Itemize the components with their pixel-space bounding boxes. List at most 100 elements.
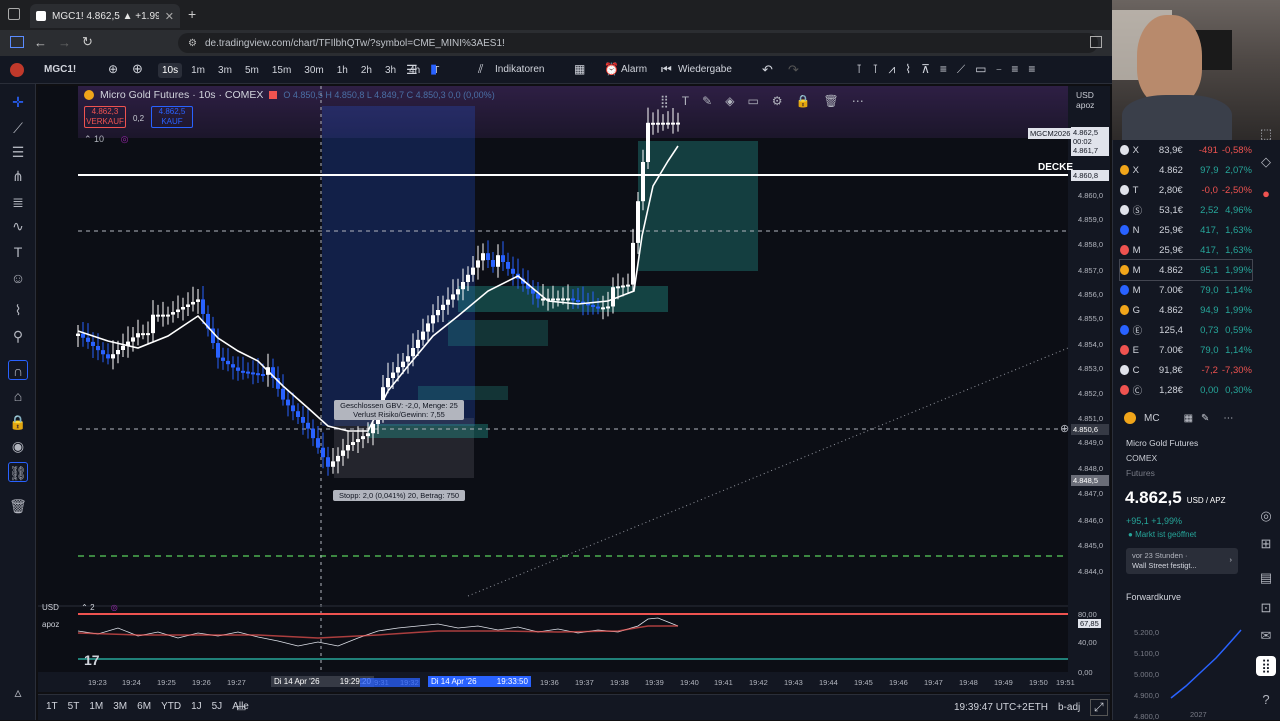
lock-drawings-icon[interactable]: ⌂: [8, 386, 28, 406]
decke-label[interactable]: DECKE: [1038, 162, 1073, 173]
watchlist-row[interactable]: Ⓒ 1,28€ 0,00 0,30%: [1120, 380, 1252, 400]
redo-icon[interactable]: ↷: [788, 62, 799, 78]
interval-3h[interactable]: 3h: [381, 63, 400, 78]
watchlist-row[interactable]: C 91,8€ -7,2 -7,30%: [1120, 360, 1252, 380]
horizontal-lines-icon[interactable]: ☰: [8, 142, 28, 162]
range-1M[interactable]: 1M: [89, 701, 103, 712]
browser-tab[interactable]: MGC1! 4.862,5 ▲ +1.99% Nicht ✕: [30, 4, 180, 28]
zoom-icon[interactable]: ⚲: [8, 326, 28, 346]
trash-icon[interactable]: 🗑: [8, 496, 28, 516]
watchlist-row[interactable]: Ⓢ 53,1€ 2,52 4,96%: [1120, 200, 1252, 220]
apps-side-icon[interactable]: ⣿: [1256, 656, 1276, 676]
indicator-collapse-icon[interactable]: ⌃: [81, 603, 88, 612]
replay-button[interactable]: Wiedergabe: [678, 64, 732, 75]
fullscreen-icon[interactable]: ⤢: [1090, 699, 1108, 716]
emoji-icon[interactable]: ☺: [8, 268, 28, 288]
new-tab-button[interactable]: +: [188, 6, 196, 22]
lock-item-icon[interactable]: 🔒: [796, 94, 811, 108]
clock[interactable]: 19:39:47 UTC+2: [954, 702, 1028, 713]
chat-side-icon[interactable]: ✉: [1256, 626, 1276, 646]
watchlist-row[interactable]: M 25,9€ 417, 1,63%: [1120, 240, 1252, 260]
alarm-icon[interactable]: ⏰: [604, 62, 619, 76]
ideas-side-icon[interactable]: ⊡: [1256, 598, 1276, 618]
settings-icon[interactable]: ⚙: [772, 94, 783, 108]
ruler-icon[interactable]: ⌇: [8, 300, 28, 320]
range-3M[interactable]: 3M: [113, 701, 127, 712]
watchlist-row[interactable]: M 7.00€ 79,0 1,14%: [1120, 280, 1252, 300]
interval-10s[interactable]: 10s: [158, 62, 183, 78]
news-card[interactable]: vor 23 Stunden · Wall Street festigt... …: [1126, 548, 1238, 574]
compare-icon[interactable]: ⊕: [108, 62, 118, 76]
watchlist-side-icon[interactable]: ⬚: [1256, 124, 1276, 144]
trend-line-icon[interactable]: ⟋: [8, 118, 28, 138]
magnet-icon[interactable]: ∩: [8, 360, 28, 380]
range-1T[interactable]: 1T: [46, 701, 58, 712]
line-style-icon[interactable]: ▭: [747, 94, 758, 108]
watchlist-row[interactable]: M 4.862 95,1 1,99%: [1119, 259, 1253, 281]
watchlist-row[interactable]: E 7.00€ 79,0 1,14%: [1120, 340, 1252, 360]
watchlist-row[interactable]: X 83,9€ -491 -0,58%: [1120, 140, 1252, 160]
calendar-side-icon[interactable]: ▤: [1256, 568, 1276, 588]
reload-icon[interactable]: ↻: [82, 34, 93, 50]
indicator-settings-icon[interactable]: ◎: [111, 603, 118, 612]
brush-color-icon[interactable]: ✎: [702, 94, 712, 108]
text-tool-icon[interactable]: T: [682, 94, 689, 108]
drag-handle-icon[interactable]: ⣿: [660, 94, 669, 108]
legend-title[interactable]: Micro Gold Futures · 10s · COMEX: [100, 89, 263, 101]
undo-icon[interactable]: ↶: [762, 62, 773, 78]
fib-icon[interactable]: ≣: [8, 192, 28, 212]
interval-5m[interactable]: 5m: [241, 63, 263, 78]
back-icon[interactable]: ←: [34, 35, 47, 50]
notifications-side-icon[interactable]: ●: [1256, 184, 1276, 204]
position-info-label[interactable]: Geschlossen GBV: -2,0, Menge: 25 Verlust…: [334, 400, 464, 420]
bar-style-icon[interactable]: ☰: [406, 62, 418, 78]
indicators-icon[interactable]: ⫽: [478, 62, 483, 77]
brush-icon[interactable]: ∿: [8, 216, 28, 236]
lock-icon[interactable]: 🔒: [8, 412, 28, 432]
add-alert-icon[interactable]: ⊕: [1060, 422, 1069, 435]
watchlist-row[interactable]: Ⓔ 125,4 0,73 0,59%: [1120, 320, 1252, 340]
range-5T[interactable]: 5T: [68, 701, 80, 712]
price-chart-canvas[interactable]: [38, 86, 1110, 692]
alarm-button[interactable]: Alarm: [621, 64, 647, 75]
pitchfork-icon[interactable]: ⋔: [8, 166, 28, 186]
forward-icon[interactable]: →: [58, 35, 71, 50]
profile-icon[interactable]: [10, 63, 24, 77]
text-icon[interactable]: T: [8, 242, 28, 262]
range-1J[interactable]: 1J: [191, 701, 202, 712]
target-side-icon[interactable]: ◎: [1256, 506, 1276, 526]
browser-menu-icon[interactable]: [8, 8, 20, 20]
interval-1m[interactable]: 1m: [187, 63, 209, 78]
sidebar-icon[interactable]: [10, 36, 24, 48]
tradingview-logo-icon[interactable]: ▵: [8, 682, 28, 702]
alerts-side-icon[interactable]: ◇: [1256, 152, 1276, 172]
legend-collapse[interactable]: ⌃ 10 ◎: [84, 134, 128, 145]
replay-icon[interactable]: ⏮: [661, 62, 672, 77]
crosshair-icon[interactable]: ✛: [8, 92, 28, 112]
watchlist-row[interactable]: T 2,80€ -0,0 -2,50%: [1120, 180, 1252, 200]
link-icon[interactable]: ⛓: [8, 462, 28, 482]
stop-info-label[interactable]: Stopp: 2,0 (0,041%) 20, Betrag: 750: [333, 490, 465, 501]
range-YTD[interactable]: YTD: [161, 701, 181, 712]
interval-1h[interactable]: 1h: [333, 63, 352, 78]
candles-icon[interactable]: ▮: [430, 61, 437, 77]
site-info-icon[interactable]: ⚙: [188, 38, 197, 49]
data-window-side-icon[interactable]: ⊞: [1256, 534, 1276, 554]
date-range-icon[interactable]: ▭: [236, 701, 246, 714]
adjustment-toggle[interactable]: b-adj: [1058, 702, 1080, 713]
url-field[interactable]: ⚙ de.tradingview.com/chart/TFIlbhQTw/?sy…: [178, 33, 1098, 53]
symbol-search[interactable]: MGC1!: [44, 64, 76, 75]
sell-button[interactable]: 4.862,3 VERKAUF: [84, 106, 126, 128]
chart-area[interactable]: Micro Gold Futures · 10s · COMEX O 4.850…: [38, 86, 1110, 692]
watchlist-row[interactable]: G 4.862 94,9 1,99%: [1120, 300, 1252, 320]
tab-actions-icon[interactable]: [1090, 36, 1102, 48]
indicators-button[interactable]: Indikatoren: [495, 64, 544, 75]
watchlist-row[interactable]: N 25,9€ 417, 1,63%: [1120, 220, 1252, 240]
price-axis-currency[interactable]: USD apoz: [1076, 90, 1094, 110]
watchlist-row[interactable]: X 4.862 97,9 2,07%: [1120, 160, 1252, 180]
session-toggle[interactable]: ETH: [1028, 702, 1048, 713]
more-options-icon[interactable]: ⋯: [1223, 413, 1233, 424]
buy-button[interactable]: 4.862,5 KAUF: [151, 106, 193, 128]
drawing-tools-icons[interactable]: ⊺⊺⩘⌇⊼≡⟋▭⎯≡≡: [856, 62, 1045, 77]
interval-3m[interactable]: 3m: [214, 63, 236, 78]
